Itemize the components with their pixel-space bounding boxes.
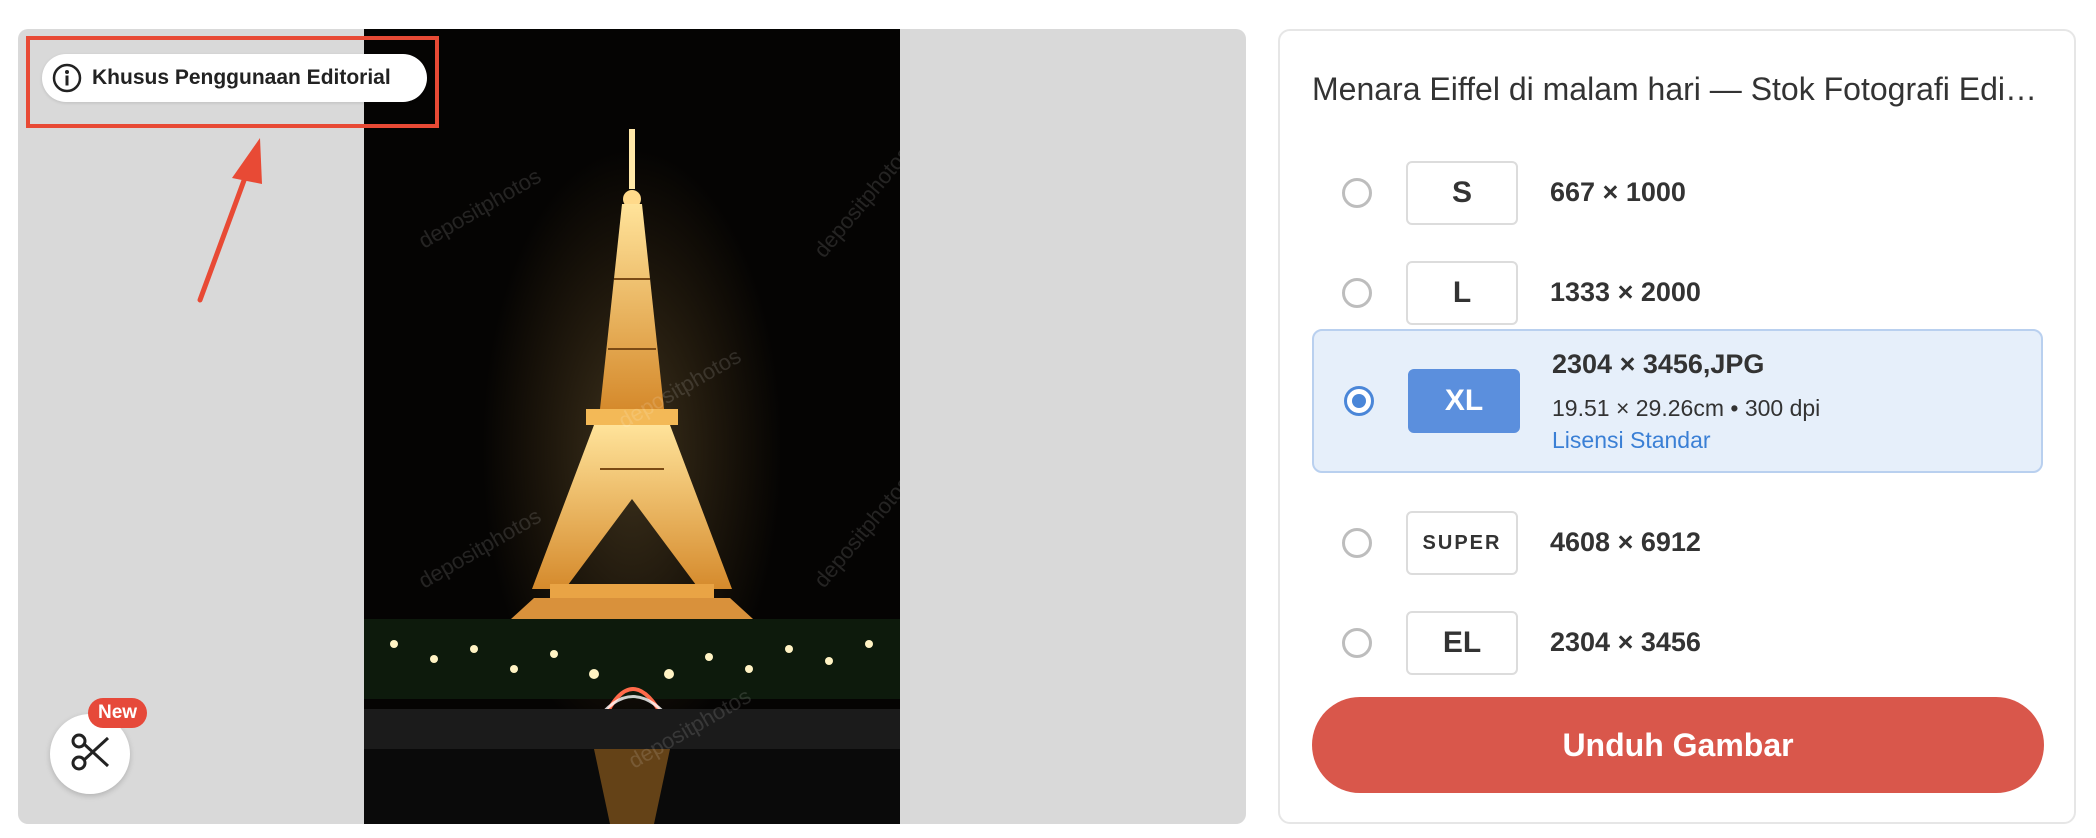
size-option-l[interactable]: L 1333 × 2000 xyxy=(1312,243,2043,343)
radio-button[interactable] xyxy=(1342,528,1372,558)
scissors-icon xyxy=(68,730,112,779)
size-tag: XL xyxy=(1408,369,1520,433)
size-dimensions: 2304 × 3456 xyxy=(1550,627,1701,657)
size-tag: L xyxy=(1406,261,1518,325)
license-link[interactable]: Lisensi Standar xyxy=(1552,427,1711,454)
radio-button[interactable] xyxy=(1342,278,1372,308)
download-panel: Menara Eiffel di malam hari — Stok Fotog… xyxy=(1278,29,2076,824)
image-preview: depositphotos depositphotos depositphoto… xyxy=(18,29,1246,824)
annotation-highlight-box xyxy=(26,36,439,128)
image-title: Menara Eiffel di malam hari — Stok Fotog… xyxy=(1312,71,2044,107)
size-option-el[interactable]: EL 2304 × 3456 xyxy=(1312,593,2043,693)
radio-button-selected[interactable] xyxy=(1344,386,1374,416)
download-button[interactable]: Unduh Gambar xyxy=(1312,697,2044,793)
size-option-xl[interactable]: XL 2304 × 3456,JPG 19.51 × 29.26cm • 300… xyxy=(1312,329,2043,473)
eiffel-tower-photo: depositphotos depositphotos depositphoto… xyxy=(364,29,900,824)
print-size: 19.51 × 29.26cm • 300 dpi xyxy=(1552,395,1821,421)
size-dimensions: 2304 × 3456,JPG xyxy=(1552,349,1765,379)
radio-button[interactable] xyxy=(1342,628,1372,658)
size-tag: S xyxy=(1406,161,1518,225)
size-option-super[interactable]: SUPER 4608 × 6912 xyxy=(1312,493,2043,593)
size-dimensions: 1333 × 2000 xyxy=(1550,277,1701,307)
radio-button[interactable] xyxy=(1342,178,1372,208)
size-option-s[interactable]: S 667 × 1000 xyxy=(1312,143,2043,243)
size-dimensions: 4608 × 6912 xyxy=(1550,527,1701,557)
new-badge: New xyxy=(88,698,148,728)
size-tag: EL xyxy=(1406,611,1518,675)
size-tag: SUPER xyxy=(1406,511,1518,575)
size-dimensions: 667 × 1000 xyxy=(1550,177,1686,207)
